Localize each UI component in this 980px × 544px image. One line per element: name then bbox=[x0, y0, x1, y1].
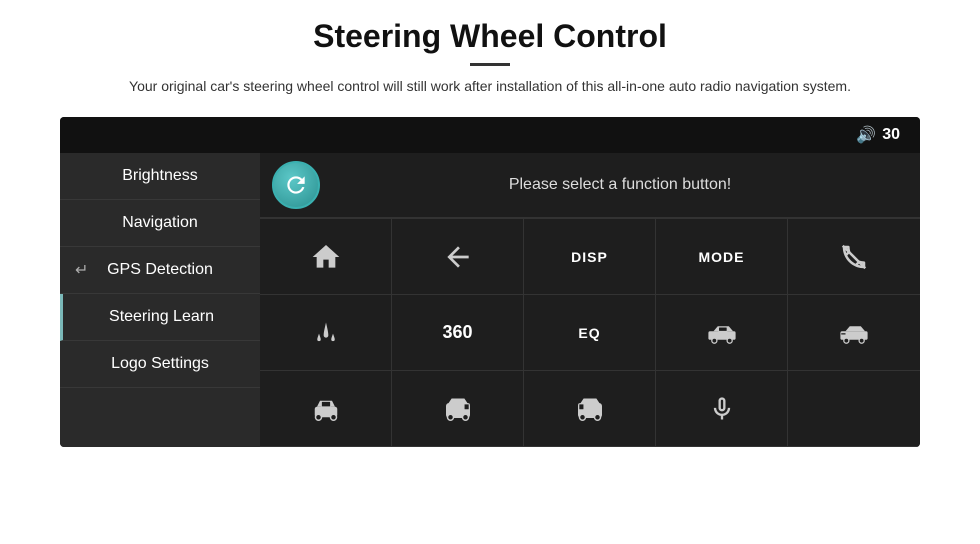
sidebar-item-brightness[interactable]: Brightness bbox=[60, 153, 260, 200]
volume-level: 30 bbox=[882, 126, 900, 144]
cursor-icon: ↵ bbox=[75, 260, 88, 280]
sidebar-item-gps[interactable]: ↵ GPS Detection bbox=[60, 247, 260, 294]
title-divider bbox=[470, 63, 510, 66]
right-panel: Please select a function button! DISP bbox=[260, 153, 920, 447]
btn-disp[interactable]: DISP bbox=[524, 219, 656, 295]
btn-car-box2[interactable] bbox=[524, 371, 656, 447]
btn-empty bbox=[788, 371, 920, 447]
btn-phone-slash[interactable] bbox=[788, 219, 920, 295]
btn-mic[interactable] bbox=[656, 371, 788, 447]
refresh-button[interactable] bbox=[272, 161, 320, 209]
function-text: Please select a function button! bbox=[332, 176, 908, 194]
ui-box: 🔊 30 Brightness Navigation ↵ GPS Detecti… bbox=[60, 117, 920, 447]
volume-icon: 🔊 bbox=[856, 125, 876, 145]
button-grid: DISP MODE 360 bbox=[260, 218, 920, 447]
btn-car-side2[interactable] bbox=[788, 295, 920, 371]
top-bar: 🔊 30 bbox=[60, 117, 920, 153]
btn-car-side1[interactable] bbox=[656, 295, 788, 371]
mode-label: MODE bbox=[699, 249, 745, 265]
sidebar-item-logo-settings[interactable]: Logo Settings bbox=[60, 341, 260, 388]
btn-car-box1[interactable] bbox=[392, 371, 524, 447]
btn-back[interactable] bbox=[392, 219, 524, 295]
function-bar: Please select a function button! bbox=[260, 153, 920, 218]
sidebar-item-steering-learn[interactable]: Steering Learn bbox=[60, 294, 260, 341]
header-section: Steering Wheel Control Your original car… bbox=[0, 0, 980, 107]
sidebar: Brightness Navigation ↵ GPS Detection St… bbox=[60, 153, 260, 447]
sidebar-item-navigation[interactable]: Navigation bbox=[60, 200, 260, 247]
disp-label: DISP bbox=[571, 249, 608, 265]
btn-car-front[interactable] bbox=[260, 371, 392, 447]
btn-home[interactable] bbox=[260, 219, 392, 295]
subtitle-text: Your original car's steering wheel contr… bbox=[110, 76, 870, 97]
eq-label: EQ bbox=[578, 325, 600, 341]
main-content: Brightness Navigation ↵ GPS Detection St… bbox=[60, 153, 920, 447]
btn-eq[interactable]: EQ bbox=[524, 295, 656, 371]
btn-360[interactable]: 360 bbox=[392, 295, 524, 371]
360-label: 360 bbox=[442, 322, 472, 343]
btn-mode[interactable]: MODE bbox=[656, 219, 788, 295]
btn-equalizer[interactable] bbox=[260, 295, 392, 371]
page-title: Steering Wheel Control bbox=[60, 18, 920, 55]
